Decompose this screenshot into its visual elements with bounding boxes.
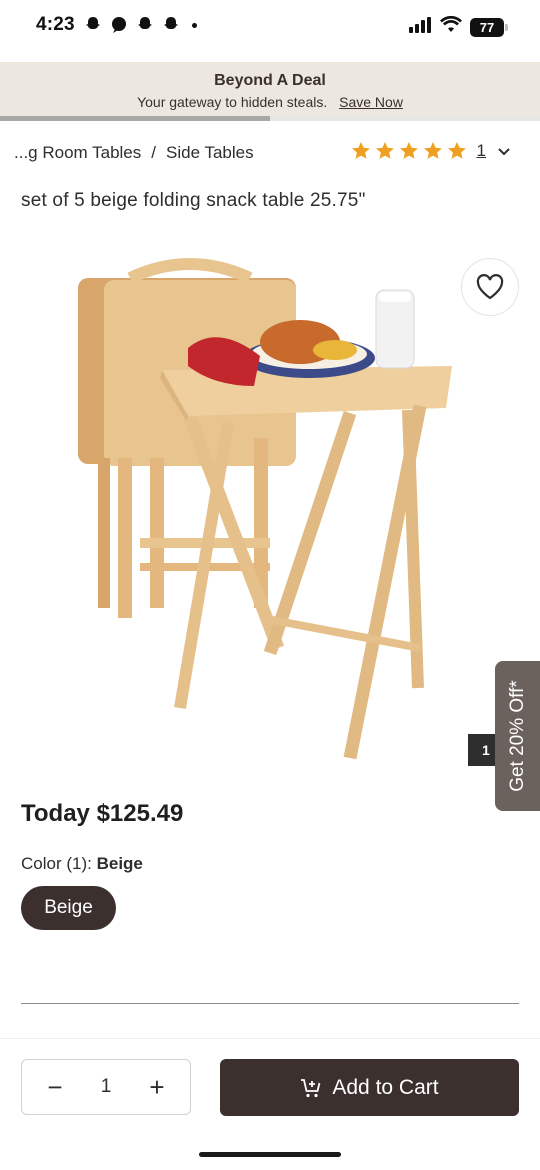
divider xyxy=(21,1003,519,1004)
star-icon xyxy=(399,142,418,159)
color-selected: Beige xyxy=(96,854,143,873)
promo-title: Beyond A Deal xyxy=(214,72,326,89)
product-image[interactable] xyxy=(0,238,540,778)
snapchat-icon xyxy=(84,16,102,34)
more-notifications-dot xyxy=(192,22,197,28)
favorite-button[interactable] xyxy=(461,258,519,316)
folding-table-illustration xyxy=(78,258,452,760)
promo-subtitle-text: Your gateway to hidden steals. xyxy=(137,94,328,110)
color-swatch-beige[interactable]: Beige xyxy=(21,886,116,930)
notification-icons xyxy=(84,16,197,34)
breadcrumb-item-side-tables[interactable]: Side Tables xyxy=(166,143,254,163)
quantity-stepper: − 1 + xyxy=(21,1059,191,1115)
add-to-cart-button[interactable]: Add to Cart xyxy=(220,1059,519,1116)
chevron-down-icon[interactable] xyxy=(496,143,512,159)
snapchat-icon xyxy=(162,16,180,34)
discount-tab-label: Get 20% Off* xyxy=(507,680,529,792)
product-title: set of 5 beige folding snack table 25.75… xyxy=(21,190,366,211)
promo-banner[interactable]: Beyond A Deal Your gateway to hidden ste… xyxy=(0,62,540,118)
chat-icon xyxy=(110,16,128,34)
rating-summary[interactable]: 1 xyxy=(351,141,512,161)
star-icon xyxy=(423,142,442,159)
battery-level: 77 xyxy=(479,20,495,35)
color-label: Color (1): xyxy=(21,854,92,873)
wifi-icon xyxy=(440,15,462,39)
discount-tab[interactable]: Get 20% Off* xyxy=(495,661,540,811)
save-now-link[interactable]: Save Now xyxy=(339,94,403,110)
signal-icon xyxy=(408,16,432,39)
image-counter: 1 xyxy=(468,734,498,766)
breadcrumb: ...g Room Tables / Side Tables xyxy=(14,143,254,163)
add-to-cart-label: Add to Cart xyxy=(332,1075,439,1099)
decrease-quantity-button[interactable]: − xyxy=(44,1074,66,1100)
breadcrumb-item-room-tables[interactable]: ...g Room Tables xyxy=(14,143,141,163)
snapchat-icon xyxy=(136,16,154,34)
promo-subtitle: Your gateway to hidden steals. Save Now xyxy=(0,94,540,110)
review-count[interactable]: 1 xyxy=(477,141,486,161)
status-bar: 4:23 77 xyxy=(0,0,540,54)
status-time: 4:23 xyxy=(36,14,75,35)
price: Today $125.49 xyxy=(21,800,184,827)
star-icon xyxy=(447,142,466,159)
star-icon xyxy=(351,142,370,159)
cart-add-icon xyxy=(301,1078,321,1097)
home-indicator[interactable] xyxy=(199,1152,341,1157)
quantity-value[interactable]: 1 xyxy=(101,1076,112,1098)
breadcrumb-separator: / xyxy=(151,143,156,162)
increase-quantity-button[interactable]: + xyxy=(146,1074,168,1100)
color-line: Color (1): Beige xyxy=(21,854,143,874)
status-indicators: 77 xyxy=(408,15,508,39)
heart-icon xyxy=(476,274,504,300)
battery-icon: 77 xyxy=(470,18,508,37)
promo-progress-bar xyxy=(0,116,270,121)
star-icon xyxy=(375,142,394,159)
